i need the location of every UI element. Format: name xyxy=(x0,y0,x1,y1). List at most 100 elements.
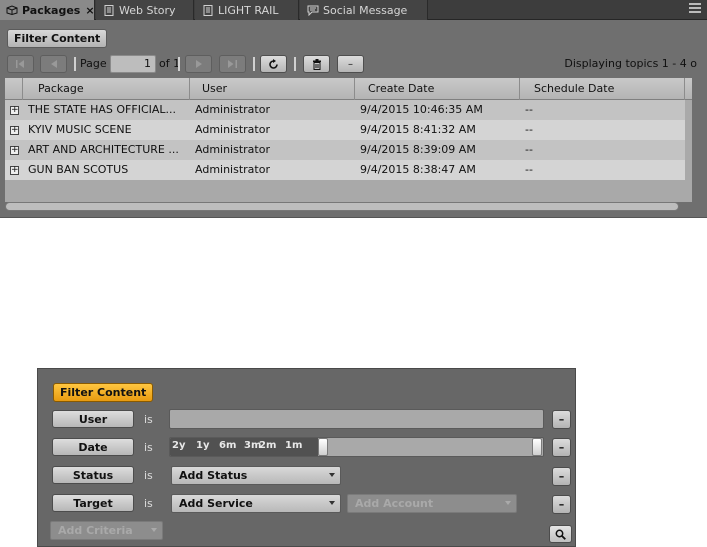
expand-icon[interactable]: + xyxy=(10,146,19,155)
toolbar-separator xyxy=(178,57,180,71)
tab-light-rail[interactable]: LIGHT RAIL xyxy=(195,0,299,20)
remove-status-criteria-button[interactable]: – xyxy=(552,467,571,486)
last-page-icon xyxy=(228,60,237,68)
first-page-icon xyxy=(16,60,24,68)
display-info: Displaying topics 1 - 4 o xyxy=(564,57,697,70)
filter-content-button[interactable]: Filter Content xyxy=(7,29,108,48)
page-count-label: of 1 xyxy=(159,57,181,70)
cell-user: Administrator xyxy=(195,103,270,116)
trash-icon xyxy=(312,58,321,70)
table-row[interactable]: + GUN BAN SCOTUS Administrator 9/4/2015 … xyxy=(5,160,685,180)
is-label: is xyxy=(144,469,153,482)
criteria-date-button[interactable]: Date xyxy=(52,438,134,456)
last-page-button[interactable] xyxy=(219,55,246,73)
horizontal-scrollbar[interactable] xyxy=(5,202,679,211)
criteria-status-button[interactable]: Status xyxy=(52,466,134,484)
next-page-icon xyxy=(195,60,202,68)
page-number-input[interactable]: 1 xyxy=(110,55,156,73)
previous-page-icon xyxy=(50,60,57,68)
column-header-schedule-date[interactable]: Schedule Date xyxy=(520,78,685,100)
document-icon xyxy=(201,4,214,16)
refresh-button[interactable] xyxy=(260,55,287,73)
add-criteria-dropdown[interactable]: Add Criteria xyxy=(50,521,163,540)
cell-user: Administrator xyxy=(195,163,270,176)
date-tick: 2y xyxy=(172,440,186,451)
remove-date-criteria-button[interactable]: – xyxy=(552,438,571,457)
account-dropdown[interactable]: Add Account xyxy=(347,494,517,513)
cell-package: GUN BAN SCOTUS xyxy=(28,163,129,176)
remove-user-criteria-button[interactable]: – xyxy=(552,410,571,429)
close-icon[interactable]: × xyxy=(85,4,94,17)
delete-button[interactable] xyxy=(303,55,330,73)
search-button[interactable] xyxy=(549,525,572,543)
filter-panel: Filter Content User is – Date is 2y 1y 6… xyxy=(37,368,576,547)
add-criteria-label: Add Criteria xyxy=(58,524,133,537)
is-label: is xyxy=(144,413,153,426)
expand-icon[interactable]: + xyxy=(10,126,19,135)
account-dropdown-label: Add Account xyxy=(355,497,434,510)
service-dropdown[interactable]: Add Service xyxy=(171,494,341,513)
chevron-down-icon xyxy=(151,528,157,532)
table-row[interactable]: + ART AND ARCHITECTURE ... Administrator… xyxy=(5,140,685,160)
tab-label: LIGHT RAIL xyxy=(218,3,279,17)
column-header-create-date[interactable]: Create Date xyxy=(355,78,520,100)
refresh-icon xyxy=(269,58,278,69)
table-row[interactable]: + THE STATE HAS OFFICIAL... Administrato… xyxy=(5,100,685,120)
cell-package: THE STATE HAS OFFICIAL... xyxy=(28,103,177,116)
packages-icon xyxy=(6,5,18,16)
cell-create-date: 9/4/2015 10:46:35 AM xyxy=(360,103,483,116)
date-range-slider[interactable]: 2y 1y 6m 3m 2m 1m xyxy=(169,437,544,457)
table-row[interactable]: + KYIV MUSIC SCENE Administrator 9/4/201… xyxy=(5,120,685,140)
next-page-button[interactable] xyxy=(185,55,212,73)
cell-create-date: 9/4/2015 8:39:09 AM xyxy=(360,143,476,156)
toolbar-separator xyxy=(294,57,296,71)
cell-create-date: 9/4/2015 8:41:32 AM xyxy=(360,123,476,136)
service-dropdown-label: Add Service xyxy=(179,497,253,510)
is-label: is xyxy=(144,441,153,454)
expand-icon[interactable]: + xyxy=(10,166,19,175)
document-icon xyxy=(102,4,115,16)
cell-create-date: 9/4/2015 8:38:47 AM xyxy=(360,163,476,176)
search-icon xyxy=(555,529,566,540)
expand-icon[interactable]: + xyxy=(10,106,19,115)
filter-content-button-active[interactable]: Filter Content xyxy=(53,383,154,402)
message-icon xyxy=(306,5,319,16)
packages-panel: Packages × Web Story LIGHT RAIL Social M… xyxy=(0,0,707,218)
menu-icon[interactable] xyxy=(689,3,701,15)
remove-target-criteria-button[interactable]: – xyxy=(552,495,571,514)
tab-label: Social Message xyxy=(323,3,408,17)
user-field[interactable] xyxy=(169,409,544,429)
date-end-handle[interactable] xyxy=(532,438,542,456)
column-header-user[interactable]: User xyxy=(190,78,355,100)
grid-header: Package User Create Date Schedule Date xyxy=(5,78,692,100)
cell-user: Administrator xyxy=(195,143,270,156)
status-dropdown[interactable]: Add Status xyxy=(171,466,341,485)
tab-social-message[interactable]: Social Message xyxy=(300,0,428,20)
tab-bar: Packages × Web Story LIGHT RAIL Social M… xyxy=(0,0,707,20)
cell-package: KYIV MUSIC SCENE xyxy=(28,123,132,136)
cell-schedule-date: -- xyxy=(525,103,533,116)
criteria-target-button[interactable]: Target xyxy=(52,494,134,512)
date-start-handle[interactable] xyxy=(318,438,328,456)
tab-label: Packages xyxy=(22,3,81,17)
date-tick: 1y xyxy=(196,440,210,451)
date-tick: 2m xyxy=(259,440,277,451)
is-label: is xyxy=(144,497,153,510)
cell-user: Administrator xyxy=(195,123,270,136)
criteria-user-button[interactable]: User xyxy=(52,410,134,428)
tab-packages[interactable]: Packages × xyxy=(0,0,95,20)
chevron-down-icon xyxy=(329,473,335,477)
column-header-package[interactable]: Package xyxy=(23,78,190,100)
date-tick: 1m xyxy=(285,440,303,451)
cell-schedule-date: -- xyxy=(525,163,533,176)
cell-schedule-date: -- xyxy=(525,143,533,156)
toolbar-separator xyxy=(74,57,76,71)
tab-web-story[interactable]: Web Story xyxy=(96,0,194,20)
first-page-button[interactable] xyxy=(7,55,34,73)
date-tick: 6m xyxy=(219,440,237,451)
previous-page-button[interactable] xyxy=(40,55,67,73)
cell-schedule-date: -- xyxy=(525,123,533,136)
collapse-button[interactable]: – xyxy=(337,55,364,73)
pagination-toolbar: Page 1 of 1 – Displaying topics 1 - 4 o xyxy=(7,55,697,73)
tab-label: Web Story xyxy=(119,3,176,17)
